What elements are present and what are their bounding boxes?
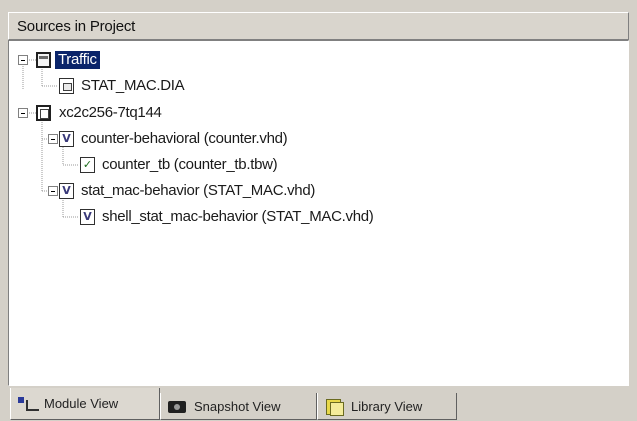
panel-title: Sources in Project (17, 18, 136, 35)
camera-icon (167, 398, 189, 414)
tree-item-device[interactable]: xc2c256-7tq144 (59, 104, 162, 122)
diagram-file-icon (59, 78, 74, 94)
tree-item-traffic[interactable]: Traffic (55, 51, 100, 69)
module-view-icon (17, 396, 39, 412)
device-chip-icon (36, 105, 51, 121)
view-tabs: Module View Snapshot View Library View (8, 386, 629, 421)
tree-item-counter-tb[interactable]: counter_tb (counter_tb.tbw) (102, 156, 278, 174)
tab-label: Library View (351, 398, 423, 414)
collapse-toggle-traffic[interactable] (18, 55, 28, 65)
collapse-toggle-stat-mac[interactable] (48, 186, 58, 196)
testbench-file-icon: ✓ (80, 157, 95, 173)
tree-item-counter-behavioral[interactable]: counter-behavioral (counter.vhd) (81, 130, 288, 148)
tab-label: Module View (44, 396, 119, 411)
collapse-toggle-counter[interactable] (48, 134, 58, 144)
vhdl-file-icon: V (59, 183, 74, 199)
tree-item-stat-mac-dia[interactable]: STAT_MAC.DIA (81, 77, 185, 95)
tab-label: Snapshot View (194, 398, 281, 414)
source-tree[interactable]: Traffic STAT_MAC.DIA xc2c256-7tq144 V co… (8, 40, 629, 386)
folder-icon (36, 52, 51, 68)
collapse-toggle-device[interactable] (18, 108, 28, 118)
tab-library-view[interactable]: Library View (317, 393, 457, 420)
panel-header: Sources in Project (8, 12, 629, 40)
vhdl-file-icon: V (80, 209, 95, 225)
tab-module-view[interactable]: Module View (10, 388, 160, 420)
vhdl-file-icon: V (59, 131, 74, 147)
sources-panel: Sources in Project Traffic STAT_MAC.DIA … (0, 0, 637, 421)
library-books-icon (324, 398, 346, 416)
tree-item-shell-stat-mac[interactable]: shell_stat_mac-behavior (STAT_MAC.vhd) (102, 208, 374, 226)
tree-item-stat-mac-behavior[interactable]: stat_mac-behavior (STAT_MAC.vhd) (81, 182, 315, 200)
tab-snapshot-view[interactable]: Snapshot View (160, 393, 317, 420)
